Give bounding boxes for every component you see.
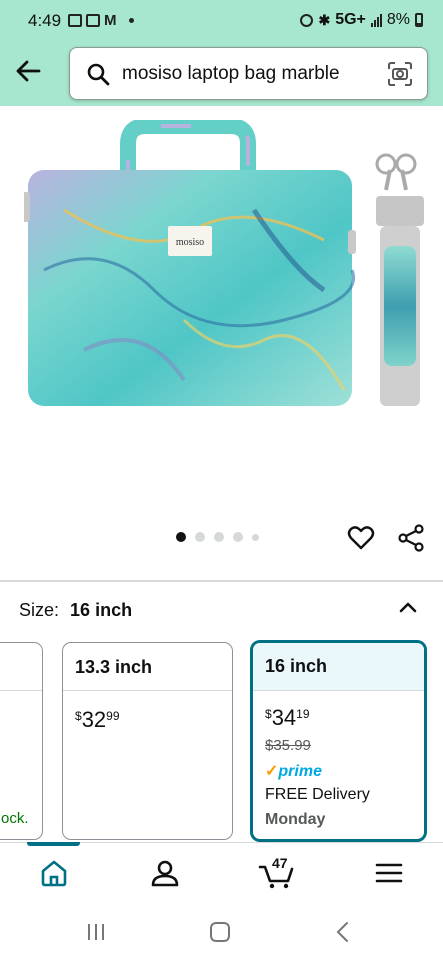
nav-cart[interactable]: 47 — [258, 855, 298, 889]
carousel-dot-5 — [252, 533, 259, 541]
news-notification-icon — [86, 14, 100, 27]
carousel-dot-4 — [233, 532, 243, 542]
add-to-list-button[interactable] — [347, 524, 375, 552]
nav-account[interactable] — [149, 857, 181, 889]
carousel-dots — [176, 532, 259, 542]
share-button[interactable] — [397, 524, 425, 552]
size-option-card[interactable]: 13.3 inch $3299 — [62, 642, 233, 840]
nav-active-indicator — [27, 842, 80, 846]
carousel-dot-2 — [195, 532, 205, 542]
size-selector-header: Size: 16 inch — [19, 600, 132, 621]
prime-text: prime — [278, 763, 322, 780]
notification-icons: M — [68, 13, 134, 28]
price: $3419 — [265, 705, 310, 731]
collapse-button[interactable] — [397, 597, 419, 619]
carousel-dot-3 — [214, 532, 224, 542]
search-input[interactable]: mosiso laptop bag marble — [69, 47, 428, 100]
carousel-dot-1 — [176, 532, 186, 542]
size-selected-value: 16 inch — [70, 600, 133, 620]
search-icon — [87, 63, 110, 86]
brand-label: mosiso — [176, 237, 204, 248]
section-divider — [0, 580, 443, 582]
nav-home[interactable] — [38, 857, 70, 889]
product-image-carousel[interactable]: mosiso — [0, 106, 443, 576]
system-nav-bar — [0, 902, 443, 960]
laptop-bag-image: mosiso — [24, 120, 424, 406]
size-option-card-selected[interactable]: 16 inch $3419 $35.99 ✓prime FREE Deliver… — [250, 640, 427, 842]
search-query: mosiso laptop bag marble — [122, 63, 340, 84]
account-icon — [151, 860, 179, 887]
currency-symbol: $ — [265, 707, 272, 721]
gallery-notification-icon — [68, 14, 82, 27]
status-bar: 4:49 M ✱ 5G+ 8% — [0, 0, 443, 42]
prime-check-icon: ✓ — [265, 763, 279, 780]
bluetooth-icon: ✱ — [318, 11, 331, 28]
price-fraction: 99 — [106, 709, 120, 723]
list-price: $35.99 — [265, 737, 311, 754]
system-home-button[interactable] — [208, 920, 232, 944]
system-back-icon — [336, 922, 348, 942]
delivery-day: Monday — [265, 811, 326, 828]
system-status: ✱ 5G+ 8% — [300, 11, 423, 29]
size-option-name: 13.3 inch — [63, 643, 232, 691]
price-whole: 32 — [81, 707, 107, 732]
recent-apps-button[interactable] — [84, 920, 108, 944]
network-type: 5G+ — [335, 11, 366, 28]
heart-icon — [347, 526, 375, 550]
status-time: 4:49 — [28, 11, 62, 30]
price-whole: 34 — [271, 705, 297, 730]
home-icon — [41, 860, 67, 887]
share-icon — [398, 524, 424, 552]
recent-apps-icon — [88, 924, 104, 940]
price-fraction: 19 — [296, 707, 310, 721]
more-notifications-icon — [128, 18, 134, 23]
currency-symbol: $ — [75, 709, 82, 723]
alarm-icon — [300, 13, 314, 27]
price: $3299 — [75, 707, 120, 733]
size-label: Size: — [19, 600, 60, 620]
system-back-button[interactable] — [332, 920, 356, 944]
search-header: mosiso laptop bag marble — [0, 42, 443, 106]
size-option-name: 16 inch — [253, 643, 424, 691]
battery-percent: 8% — [386, 11, 410, 28]
prime-badge: ✓prime — [265, 761, 322, 781]
cart-count: 47 — [272, 855, 288, 871]
availability-text: ock. — [1, 810, 29, 827]
gmail-notification-icon: M — [104, 12, 117, 29]
size-option-card[interactable]: ock. — [0, 642, 43, 840]
signal-icon — [370, 13, 382, 27]
bottom-nav: 47 — [0, 842, 443, 902]
chevron-up-icon — [399, 602, 417, 613]
system-home-icon — [210, 922, 230, 942]
nav-menu[interactable] — [373, 857, 405, 889]
battery-icon — [415, 13, 423, 27]
back-button[interactable] — [12, 55, 44, 87]
size-option-name — [0, 643, 42, 691]
camera-search-icon[interactable] — [387, 61, 413, 87]
delivery-text: FREE Delivery — [265, 786, 370, 803]
menu-icon — [375, 863, 403, 883]
back-arrow-icon — [16, 60, 41, 82]
